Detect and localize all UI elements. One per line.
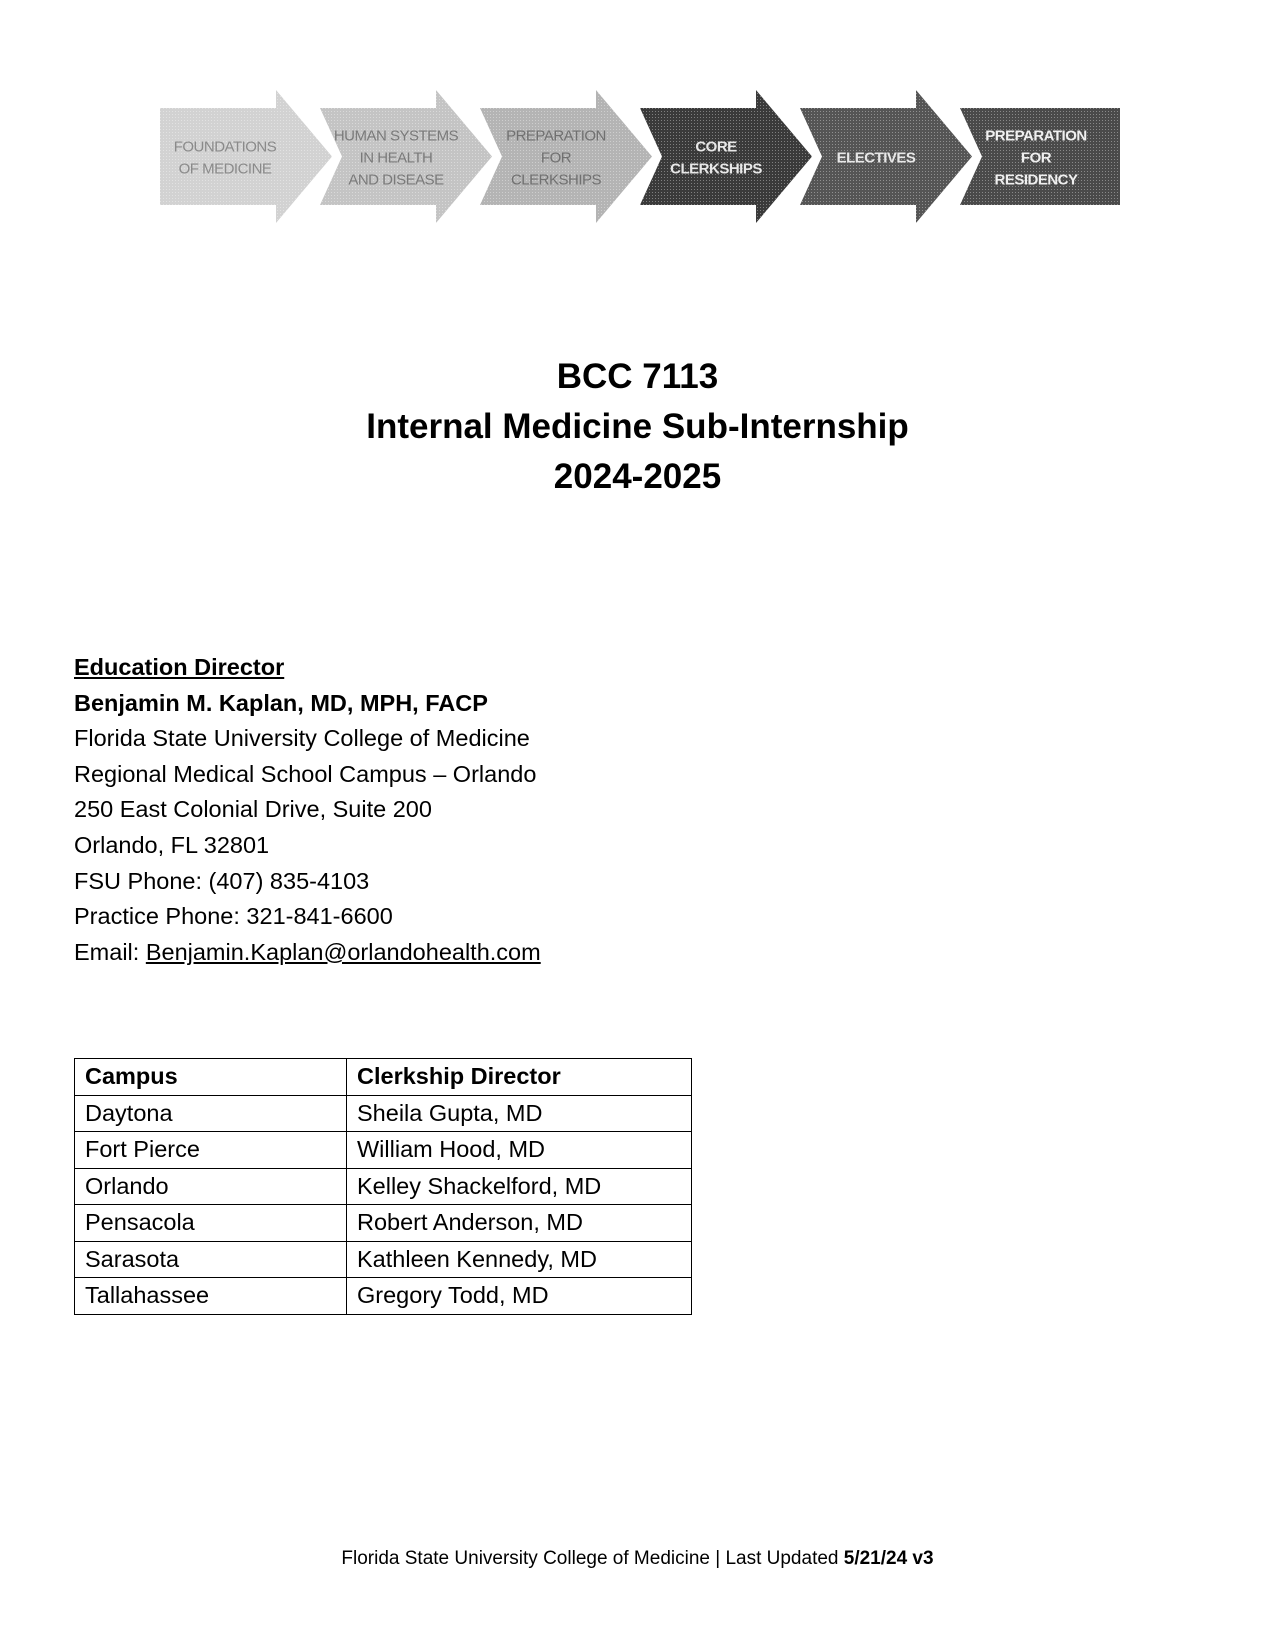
stage-label: PREPARATION bbox=[985, 128, 1086, 145]
campus-cell: Pensacola bbox=[74, 1204, 347, 1242]
table-row: Fort Pierce William Hood, MD bbox=[74, 1131, 692, 1169]
stage-label: FOR bbox=[1021, 150, 1052, 167]
clerkship-directors-table: Campus Clerkship Director Daytona Sheila… bbox=[74, 1058, 692, 1315]
director-credentials: , MPH, FACP bbox=[346, 689, 488, 716]
stage-label: CLERKSHIPS bbox=[511, 172, 602, 189]
table-row: Daytona Sheila Gupta, MD bbox=[74, 1094, 692, 1132]
director-cell: William Hood, MD bbox=[346, 1131, 692, 1169]
education-director-heading: Education Director bbox=[74, 654, 285, 680]
table-row: Tallahassee Gregory Todd, MD bbox=[74, 1277, 692, 1315]
stage-arrow-texture bbox=[640, 90, 812, 223]
street-address: 250 East Colonial Drive, Suite 200 bbox=[74, 796, 432, 823]
column-header-director: Clerkship Director bbox=[346, 1058, 692, 1096]
director-cell: Kelley Shackelford, MD bbox=[346, 1167, 692, 1205]
page-footer: Florida State University College of Medi… bbox=[0, 1548, 1275, 1570]
email-label: Email: bbox=[74, 938, 146, 965]
stage-label: CORE bbox=[695, 139, 737, 156]
stage-label: ELECTIVES bbox=[837, 150, 916, 167]
director-cell: Robert Anderson, MD bbox=[346, 1204, 692, 1242]
campus-cell: Orlando bbox=[74, 1167, 347, 1205]
practice-phone: Practice Phone: 321-841-6600 bbox=[74, 903, 393, 930]
education-director-contact: Education Director Benjamin M. Kaplan, M… bbox=[74, 650, 541, 970]
stage-label: IN HEALTH bbox=[360, 150, 433, 167]
stage-label: FOR bbox=[541, 150, 572, 167]
course-name: Internal Medicine Sub-Internship bbox=[366, 407, 909, 446]
email-link[interactable]: Benjamin.Kaplan@orlandohealth.com bbox=[146, 939, 541, 965]
academic-year: 2024-2025 bbox=[553, 457, 722, 496]
stage-label: FOUNDATIONS bbox=[174, 139, 277, 156]
campus-cell: Sarasota bbox=[74, 1240, 347, 1278]
course-code: BCC 7113 bbox=[556, 357, 719, 396]
curriculum-stage-arrow: HUMAN SYSTEMS IN HEALTH AND DISEASE bbox=[320, 90, 492, 223]
stage-label: PREPARATION bbox=[506, 128, 606, 145]
footer-version: 5/21/24 v3 bbox=[843, 1548, 934, 1569]
stage-label: OF MEDICINE bbox=[179, 161, 272, 178]
campus: Regional Medical School Campus – Orlando bbox=[74, 760, 537, 787]
curriculum-stage-arrow: ELECTIVES bbox=[800, 90, 972, 223]
curriculum-arrows: FOUNDATIONS OF MEDICINE HUMAN SYSTEMS IN HE… bbox=[160, 90, 1120, 223]
director-name: Benjamin M. Kaplan, MD, MPH, FACP bbox=[74, 686, 541, 722]
table-row: Orlando Kelley Shackelford, MD bbox=[74, 1167, 692, 1205]
document-title: BCC 7113 Internal Medicine Sub-Internshi… bbox=[0, 352, 1275, 502]
campus-cell: Fort Pierce bbox=[74, 1131, 347, 1169]
curriculum-stage-arrow: FOUNDATIONS OF MEDICINE bbox=[160, 90, 332, 223]
curriculum-stage-arrow: CORE CLERKSHIPS bbox=[640, 90, 812, 223]
table-row: Sarasota Kathleen Kennedy, MD bbox=[74, 1240, 692, 1278]
footer-text: Florida State University College of Medi… bbox=[341, 1548, 844, 1569]
table-header-row: Campus Clerkship Director bbox=[74, 1058, 692, 1096]
institution: Florida State University College of Medi… bbox=[74, 725, 530, 752]
campus-cell: Tallahassee bbox=[74, 1277, 347, 1315]
stage-label: HUMAN SYSTEMS bbox=[334, 128, 459, 145]
curriculum-stage-arrow: PREPARATION FOR RESIDENCY bbox=[960, 108, 1120, 205]
stage-label: RESIDENCY bbox=[994, 172, 1078, 189]
director-cell: Sheila Gupta, MD bbox=[346, 1094, 692, 1132]
table-row: Pensacola Robert Anderson, MD bbox=[74, 1204, 692, 1242]
director-name-bold: Benjamin M. Kaplan, MD bbox=[74, 689, 347, 716]
email-line: Email: Benjamin.Kaplan@orlandohealth.com bbox=[74, 935, 541, 971]
director-cell: Gregory Todd, MD bbox=[346, 1277, 692, 1315]
city-state-zip: Orlando, FL 32801 bbox=[74, 831, 270, 858]
stage-label: AND DISEASE bbox=[348, 172, 444, 189]
column-header-campus: Campus bbox=[74, 1058, 347, 1096]
fsu-phone: FSU Phone: (407) 835-4103 bbox=[74, 867, 370, 894]
stage-label: CLERKSHIPS bbox=[670, 161, 762, 178]
curriculum-stage-arrow: PREPARATION FOR CLERKSHIPS bbox=[480, 90, 652, 223]
director-cell: Kathleen Kennedy, MD bbox=[346, 1240, 692, 1278]
stage-arrow-texture bbox=[160, 90, 332, 223]
curriculum-progress-banner: FOUNDATIONS OF MEDICINE HUMAN SYSTEMS IN HE… bbox=[160, 90, 1120, 240]
campus-cell: Daytona bbox=[74, 1094, 347, 1132]
